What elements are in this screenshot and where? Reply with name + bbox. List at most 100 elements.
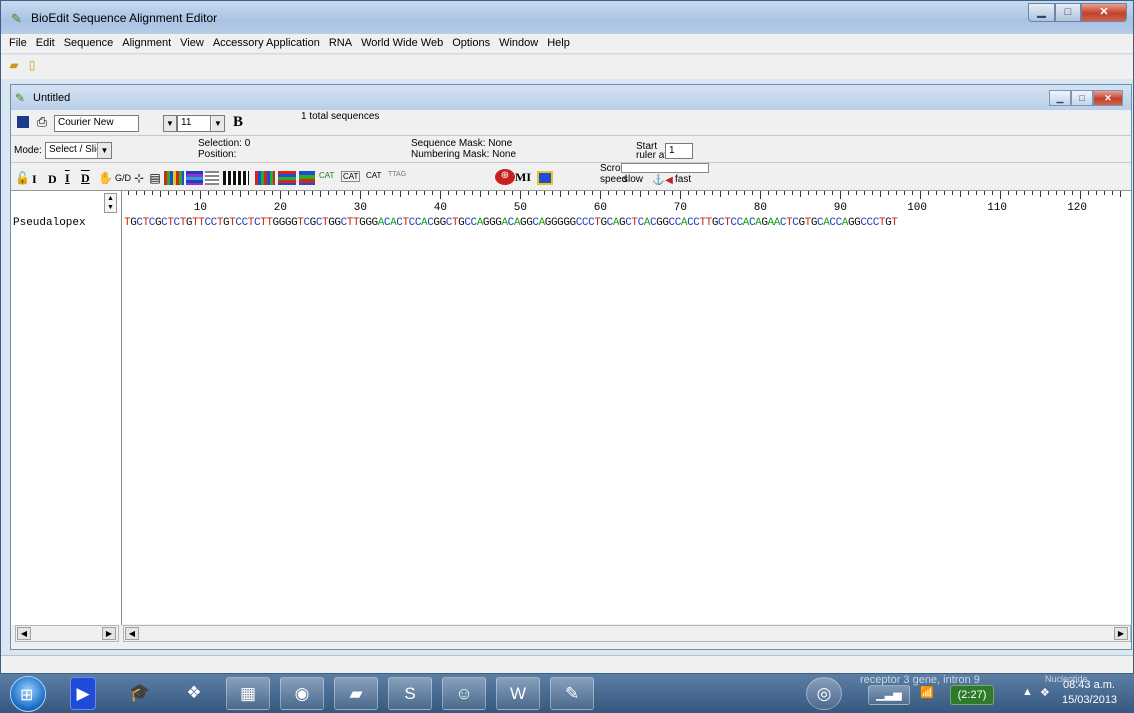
image-icon[interactable]: ▤ (149, 171, 161, 185)
sequence-name[interactable]: Pseudalopex (13, 217, 86, 229)
new-document-icon[interactable]: ▯ (25, 59, 39, 72)
chrome-icon[interactable]: ◉ (280, 677, 324, 710)
ruler-tick (760, 191, 761, 199)
menu-accessory-application[interactable]: Accessory Application (209, 34, 325, 53)
tray-expand-icon[interactable]: ▲ (1022, 686, 1033, 698)
ruler-tick (896, 191, 897, 195)
open-folder-icon[interactable]: ▰ (7, 59, 21, 72)
font-size-select[interactable]: 11 (177, 115, 211, 132)
names-horizontal-scrollbar[interactable]: ◀ ▶ (15, 625, 119, 642)
insert-tool[interactable]: I (32, 172, 37, 187)
doc-maximize-button[interactable]: □ (1071, 90, 1093, 106)
window-title: BioEdit Sequence Alignment Editor (31, 11, 218, 25)
messenger-icon[interactable]: ◎ (806, 677, 842, 710)
clock-date[interactable]: 15/03/2013 (1062, 694, 1117, 706)
menu-window[interactable]: Window (495, 34, 543, 53)
dropbox-tray-icon[interactable]: ❖ (1040, 686, 1050, 699)
menu-sequence[interactable]: Sequence (60, 34, 119, 53)
hand-icon[interactable]: ✋ (98, 171, 113, 185)
signal-icon[interactable]: ▁▃▅ (868, 685, 910, 705)
lock-icon[interactable]: 🔓 (15, 171, 30, 185)
title-bar: ✎ BioEdit Sequence Alignment Editor ▁ □ … (1, 1, 1133, 34)
ruler-tick (1000, 191, 1001, 199)
delete-gap-tool[interactable]: D (81, 171, 90, 186)
ruler-tick (448, 191, 449, 195)
start-button[interactable]: ⊞ (10, 676, 46, 712)
ruler-tick (1080, 191, 1081, 199)
barcode-icon[interactable] (223, 171, 249, 185)
save-icon[interactable] (17, 116, 29, 128)
cat-small-icon[interactable]: TTAG (388, 171, 406, 178)
menu-world-wide-web[interactable]: World Wide Web (357, 34, 448, 53)
ruler-tick (912, 191, 913, 195)
menu-view[interactable]: View (176, 34, 209, 53)
gd-button[interactable]: G/D (115, 173, 131, 183)
bioedit-taskbar-icon[interactable]: ✎ (550, 677, 594, 710)
menu-alignment[interactable]: Alignment (118, 34, 176, 53)
menu-rna[interactable]: RNA (325, 34, 357, 53)
maximize-button[interactable]: □ (1055, 3, 1081, 22)
ruler-number: 110 (987, 202, 1007, 214)
cat-icon[interactable]: CAT (366, 171, 381, 180)
battery-indicator[interactable]: (2:27) (950, 685, 994, 705)
ruler-tick (880, 191, 881, 197)
scroll-right-arrow[interactable]: ▶ (102, 627, 116, 640)
folder-icon[interactable]: ▰ (334, 677, 378, 710)
ruler-number: 70 (673, 202, 687, 214)
flag-icon[interactable]: ◀ (664, 174, 674, 188)
media-player-icon[interactable]: ▶ (70, 677, 96, 710)
row-spinner[interactable]: ▲ ▼ (104, 193, 117, 213)
color-block-icon[interactable] (164, 171, 184, 185)
residue[interactable]: T (891, 217, 898, 229)
font-size-dropdown-arrow[interactable]: ▼ (211, 115, 225, 132)
ruler-number: 30 (353, 202, 367, 214)
plasmid-icon[interactable]: ⊕ (495, 169, 515, 185)
file-explorer-icon[interactable]: ▦ (226, 677, 270, 710)
matrix-icon[interactable] (537, 171, 553, 185)
mode-select[interactable]: Select / Slide ▼ (45, 142, 112, 159)
font-dropdown-arrow[interactable]: ▼ (163, 115, 177, 132)
ruler-tick (168, 191, 169, 195)
menu-options[interactable]: Options (448, 34, 495, 53)
people-icon[interactable]: ☺ (442, 677, 486, 710)
anchor-icon[interactable]: ⚓ (652, 174, 664, 188)
graduation-icon[interactable]: 🎓 (118, 677, 162, 710)
font-select[interactable]: Courier New (54, 115, 139, 132)
minimize-button[interactable]: ▁ (1028, 3, 1055, 22)
main-toolbar: ▰ ▯ (1, 55, 1133, 79)
menu-edit[interactable]: Edit (32, 34, 60, 53)
menu-help[interactable]: Help (543, 34, 575, 53)
sequence-horizontal-scrollbar[interactable]: ◀ ▶ (123, 625, 1131, 642)
clock-time[interactable]: 08:43 a.m. (1063, 679, 1115, 691)
skype-icon[interactable]: S (388, 677, 432, 710)
sequence-scroll-left-arrow[interactable]: ◀ (125, 627, 139, 640)
print-icon[interactable]: ⎙ (35, 115, 49, 129)
close-button[interactable]: ✕ (1081, 3, 1127, 22)
cat-box-icon[interactable]: CAT (341, 171, 361, 182)
alignment-editor[interactable]: ▲ ▼ Pseudalopex 10 20 30 40 50 60 70 80 90 100 110 1… (11, 190, 1131, 625)
color-stripes-icon[interactable] (278, 171, 296, 185)
mi-button[interactable]: MI (515, 170, 531, 185)
doc-close-button[interactable]: ✕ (1093, 90, 1123, 106)
bold-button[interactable]: B (233, 114, 243, 131)
word-icon[interactable]: W (496, 677, 540, 710)
wifi-icon[interactable]: 📶 (920, 686, 934, 699)
menu-file[interactable]: File (5, 34, 32, 53)
sequence-residues[interactable]: TGCTCGCTCTGTTCCTGTCCTCTTGGGGTCGCTGGCTTGG… (124, 217, 898, 229)
color-grid-icon[interactable] (255, 171, 275, 185)
plus-minus-icon[interactable]: ⊹ (133, 171, 145, 185)
ruler-tick (960, 191, 961, 197)
gray-block-icon[interactable] (205, 171, 219, 185)
consensus-icon[interactable]: CAT (319, 171, 334, 180)
ruler-start-input[interactable]: 1 (665, 143, 693, 159)
color-bars-icon[interactable] (299, 171, 315, 185)
scroll-left-arrow[interactable]: ◀ (17, 627, 31, 640)
doc-minimize-button[interactable]: ▁ (1049, 90, 1071, 106)
scroll-speed-slider[interactable] (621, 163, 709, 173)
windows-logo-icon: ⊞ (20, 687, 34, 704)
dropbox-icon[interactable]: ❖ (172, 677, 216, 710)
sequence-scroll-right-arrow[interactable]: ▶ (1114, 627, 1128, 640)
delete-tool[interactable]: D (48, 172, 57, 187)
insert-gap-tool[interactable]: I (65, 171, 70, 186)
shaded-block-icon[interactable] (186, 171, 203, 185)
